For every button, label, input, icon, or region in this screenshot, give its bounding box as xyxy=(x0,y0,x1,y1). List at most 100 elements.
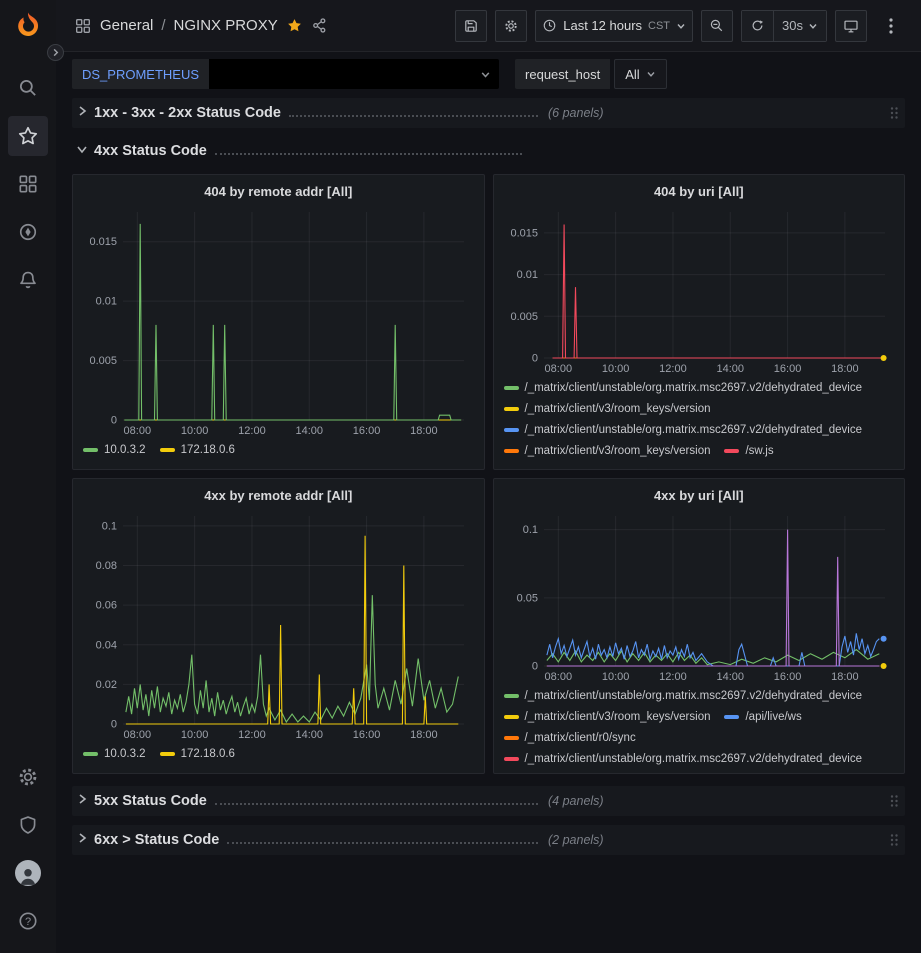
help-circle-icon: ? xyxy=(17,910,39,932)
svg-text:0: 0 xyxy=(531,661,537,673)
svg-text:0: 0 xyxy=(111,719,117,731)
sidebar-item-help[interactable]: ? xyxy=(8,901,48,941)
svg-text:18:00: 18:00 xyxy=(831,363,859,375)
drag-handle-icon xyxy=(889,833,899,847)
sidebar-item-dashboards[interactable] xyxy=(8,164,48,204)
row-drag-handle[interactable] xyxy=(887,106,901,120)
panel-legend: 10.0.3.2 172.18.0.6 xyxy=(83,437,474,461)
favorite-star-icon[interactable] xyxy=(286,17,303,34)
legend-item[interactable]: 10.0.3.2 xyxy=(83,440,146,461)
var-request-host-select[interactable]: All xyxy=(614,59,666,89)
legend-item[interactable]: /_matrix/client/unstable/org.matrix.msc2… xyxy=(504,378,863,399)
save-dashboard-button[interactable] xyxy=(455,10,487,42)
svg-text:10:00: 10:00 xyxy=(181,729,209,741)
sidebar-item-profile[interactable] xyxy=(8,853,48,893)
legend-item[interactable]: /_matrix/client/r0/sync xyxy=(504,728,636,749)
legend-color-swatch xyxy=(504,449,519,453)
svg-text:18:00: 18:00 xyxy=(410,425,438,437)
row-leader-dots xyxy=(289,105,538,117)
svg-text:0.005: 0.005 xyxy=(89,355,117,367)
sidebar-item-server-admin[interactable] xyxy=(8,805,48,845)
panel-chart[interactable]: 00.050.108:0010:0012:0014:0016:0018:00 xyxy=(504,508,895,683)
share-icon[interactable] xyxy=(311,17,328,34)
breadcrumb-folder[interactable]: General xyxy=(100,17,153,34)
panel-legend: 10.0.3.2 172.18.0.6 xyxy=(83,741,474,765)
panel-title[interactable]: 4xx by remote addr [All] xyxy=(83,484,474,508)
refresh-interval-value: 30s xyxy=(782,18,803,33)
chevron-down-icon xyxy=(676,21,686,31)
row-drag-handle[interactable] xyxy=(887,794,901,808)
svg-text:14:00: 14:00 xyxy=(716,363,744,375)
svg-text:10:00: 10:00 xyxy=(601,363,629,375)
main-area: General / NGINX PROXY Last 12 hours CST xyxy=(56,0,921,953)
panel-chart[interactable]: 00.0050.010.01508:0010:0012:0014:0016:00… xyxy=(504,204,895,375)
row-leader-dots xyxy=(227,832,538,844)
row-title: 1xx - 3xx - 2xx Status Code xyxy=(94,105,281,121)
legend-color-swatch xyxy=(724,449,739,453)
breadcrumb-dashboard-title[interactable]: NGINX PROXY xyxy=(174,17,278,34)
svg-text:16:00: 16:00 xyxy=(353,425,381,437)
clock-icon xyxy=(542,18,557,33)
legend-item[interactable]: /sw.js xyxy=(724,441,773,461)
dashboard-settings-button[interactable] xyxy=(495,10,527,42)
svg-text:10:00: 10:00 xyxy=(601,671,629,683)
refresh-interval-select[interactable]: 30s xyxy=(773,11,826,41)
panel-title[interactable]: 404 by remote addr [All] xyxy=(83,180,474,204)
legend-color-swatch xyxy=(724,715,739,719)
legend-item[interactable]: /_matrix/client/v3/room_keys/version xyxy=(504,399,711,420)
sidebar-item-starred[interactable] xyxy=(8,116,48,156)
legend-item[interactable]: /_matrix/client/unstable/org.matrix.msc2… xyxy=(504,420,863,441)
gear-icon xyxy=(503,18,519,34)
panel-title[interactable]: 404 by uri [All] xyxy=(504,180,895,204)
legend-item[interactable]: /_matrix/client/v3/room_keys/version xyxy=(504,707,711,728)
chevron-down-icon xyxy=(480,69,491,80)
row-drag-handle[interactable] xyxy=(887,833,901,847)
svg-text:0: 0 xyxy=(111,415,117,427)
monitor-icon xyxy=(843,18,859,34)
time-range-picker[interactable]: Last 12 hours CST xyxy=(535,10,693,42)
sidebar-item-alerting[interactable] xyxy=(8,260,48,300)
sidebar-item-search[interactable] xyxy=(8,68,48,108)
panel-chart[interactable]: 00.0050.010.01508:0010:0012:0014:0016:00… xyxy=(83,204,474,437)
legend-color-swatch xyxy=(504,715,519,719)
svg-text:0.06: 0.06 xyxy=(96,600,117,612)
legend-item[interactable]: 172.18.0.6 xyxy=(160,440,235,461)
row-title: 4xx Status Code xyxy=(94,143,207,159)
legend-item[interactable]: /api/live/ws xyxy=(724,707,801,728)
sidebar-collapse-toggle[interactable] xyxy=(47,44,64,61)
row-4xx[interactable]: 4xx Status Code xyxy=(72,137,905,165)
row-5xx[interactable]: 5xx Status Code (4 panels) xyxy=(72,786,905,816)
grafana-logo-icon[interactable] xyxy=(12,10,44,42)
panel-chart[interactable]: 00.020.040.060.080.108:0010:0012:0014:00… xyxy=(83,508,474,741)
search-icon xyxy=(17,77,39,99)
row-leader-dots xyxy=(215,143,522,155)
legend-item[interactable]: /_matrix/client/v3/room_keys/version xyxy=(504,441,711,461)
var-datasource-label[interactable]: DS_PROMETHEUS xyxy=(72,59,209,89)
svg-text:0.04: 0.04 xyxy=(96,639,117,651)
row-6xx[interactable]: 6xx > Status Code (2 panels) xyxy=(72,825,905,855)
legend-color-swatch xyxy=(504,757,519,761)
breadcrumb: General / NGINX PROXY xyxy=(100,17,278,34)
drag-handle-icon xyxy=(889,106,899,120)
sidebar-item-explore[interactable] xyxy=(8,212,48,252)
chevron-down-icon xyxy=(646,69,656,79)
sidebar-item-configuration[interactable] xyxy=(8,757,48,797)
var-request-host-label: request_host xyxy=(515,59,610,89)
legend-item[interactable]: /_matrix/client/unstable/org.matrix.msc2… xyxy=(504,749,863,765)
svg-text:0.015: 0.015 xyxy=(89,236,117,248)
var-datasource-select[interactable] xyxy=(209,59,499,89)
svg-text:08:00: 08:00 xyxy=(544,671,572,683)
legend-color-swatch xyxy=(83,752,98,756)
legend-item[interactable]: /_matrix/client/unstable/org.matrix.msc2… xyxy=(504,686,863,707)
legend-item[interactable]: 10.0.3.2 xyxy=(83,744,146,765)
dashboards-grid-icon xyxy=(17,173,39,195)
variables-bar: DS_PROMETHEUS request_host All xyxy=(56,52,921,92)
legend-color-swatch xyxy=(83,448,98,452)
cycle-view-mode-button[interactable] xyxy=(835,10,867,42)
legend-item[interactable]: 172.18.0.6 xyxy=(160,744,235,765)
refresh-dashboard-button[interactable] xyxy=(742,11,773,41)
more-options-button[interactable] xyxy=(875,10,907,42)
zoom-out-time-button[interactable] xyxy=(701,10,733,42)
row-1xx-3xx-2xx[interactable]: 1xx - 3xx - 2xx Status Code (6 panels) xyxy=(72,98,905,128)
panel-title[interactable]: 4xx by uri [All] xyxy=(504,484,895,508)
